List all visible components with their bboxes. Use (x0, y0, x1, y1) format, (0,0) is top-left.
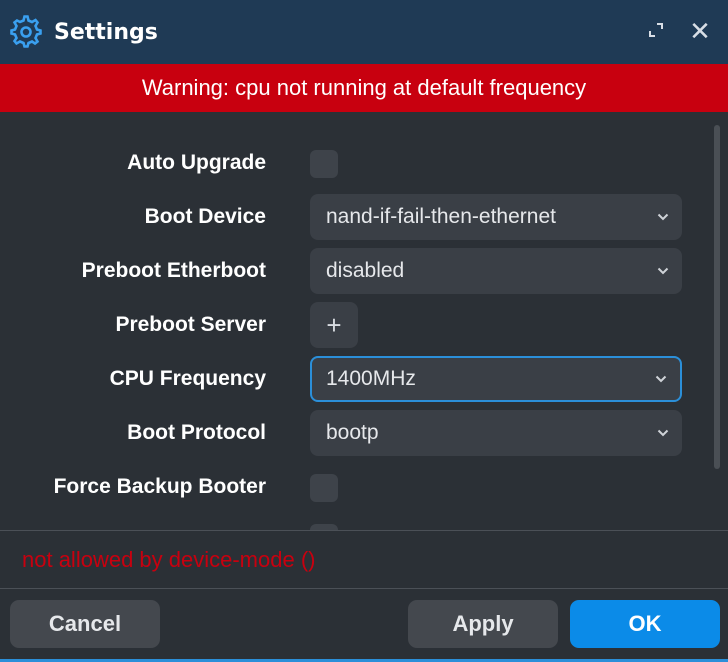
boot-protocol-value: bootp (326, 421, 379, 444)
force-backup-booter-checkbox[interactable] (310, 474, 338, 502)
boot-protocol-select[interactable]: bootp (310, 410, 682, 456)
ok-button[interactable]: OK (570, 600, 720, 648)
error-message: not allowed by device-mode () (0, 531, 728, 588)
boot-device-select[interactable]: nand-if-fail-then-ethernet (310, 194, 682, 240)
gear-icon (8, 14, 44, 50)
cpu-frequency-label: CPU Frequency (109, 367, 266, 390)
close-button[interactable]: ✕ (678, 10, 722, 54)
row-preboot-server: Preboot Server + (0, 301, 700, 349)
vertical-scrollbar[interactable] (714, 125, 720, 469)
chevron-down-icon (654, 372, 668, 386)
window-title: Settings (54, 19, 158, 45)
preboot-etherboot-select[interactable]: disabled (310, 248, 682, 294)
row-force-backup-booter: Force Backup Booter (0, 463, 700, 511)
title-bar: Settings ✕ (0, 0, 728, 64)
auto-upgrade-checkbox[interactable] (310, 150, 338, 178)
warning-banner: Warning: cpu not running at default freq… (0, 64, 728, 112)
boot-device-label: Boot Device (144, 205, 266, 228)
apply-button[interactable]: Apply (408, 600, 558, 648)
auto-upgrade-label: Auto Upgrade (127, 151, 266, 174)
add-preboot-server-button[interactable]: + (310, 302, 358, 348)
boot-protocol-label: Boot Protocol (127, 421, 266, 444)
maximize-button[interactable] (634, 10, 678, 54)
boot-device-value: nand-if-fail-then-ethernet (326, 205, 556, 228)
cpu-frequency-value: 1400MHz (326, 367, 416, 390)
plus-icon: + (326, 309, 342, 340)
row-preboot-etherboot: Preboot Etherboot disabled (0, 247, 700, 295)
row-boot-protocol: Boot Protocol bootp (0, 409, 700, 457)
force-backup-booter-label: Force Backup Booter (53, 475, 266, 498)
row-auto-upgrade: Auto Upgrade (0, 139, 700, 187)
preboot-etherboot-label: Preboot Etherboot (81, 259, 266, 282)
chevron-down-icon (656, 210, 670, 224)
close-icon: ✕ (689, 17, 711, 47)
error-text: not allowed by device-mode () (22, 546, 316, 572)
window-controls: ✕ (634, 0, 728, 64)
chevron-down-icon (656, 426, 670, 440)
row-cpu-frequency: CPU Frequency 1400MHz (0, 355, 700, 403)
maximize-icon (648, 22, 664, 42)
row-boot-device: Boot Device nand-if-fail-then-ethernet (0, 193, 700, 241)
chevron-down-icon (656, 264, 670, 278)
preboot-server-label: Preboot Server (115, 313, 266, 336)
settings-form: Auto Upgrade Boot Device nand-if-fail-th… (0, 113, 728, 530)
warning-text: Warning: cpu not running at default freq… (141, 75, 587, 100)
cpu-frequency-select[interactable]: 1400MHz (310, 356, 682, 402)
preboot-etherboot-value: disabled (326, 259, 405, 282)
dialog-footer: Cancel Apply OK (0, 589, 728, 662)
cancel-button[interactable]: Cancel (10, 600, 160, 648)
